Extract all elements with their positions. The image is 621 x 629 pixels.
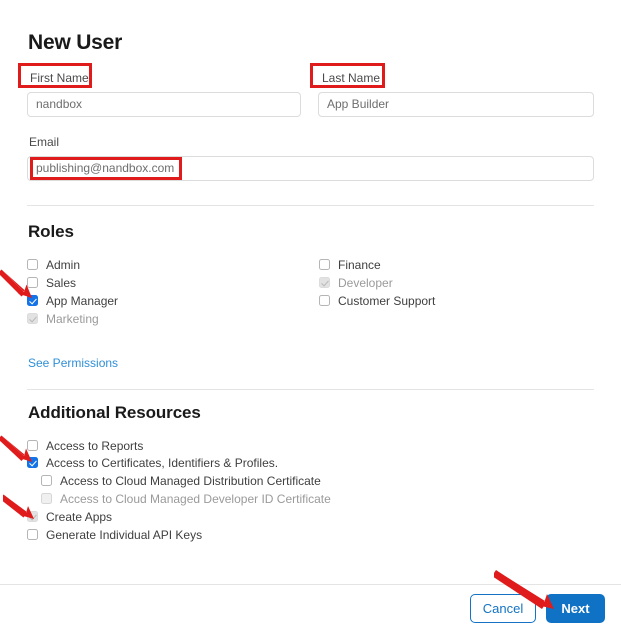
- page-title: New User: [28, 31, 123, 54]
- new-user-form-page: New User First Name nandbox Last Name Ap…: [0, 0, 621, 629]
- checkbox-icon[interactable]: [27, 529, 38, 540]
- resource-label: Create Apps: [46, 509, 113, 524]
- role-checkbox-sales[interactable]: Sales: [27, 274, 76, 291]
- checkbox-icon: [41, 493, 52, 504]
- section-divider-additional-resources: [27, 389, 594, 390]
- footer-divider: [0, 584, 621, 585]
- resource-checkbox-create-apps: Create Apps: [27, 508, 112, 525]
- role-checkbox-marketing: Marketing: [27, 310, 99, 327]
- role-checkbox-finance[interactable]: Finance: [319, 256, 381, 273]
- resource-checkbox-access-to-reports[interactable]: Access to Reports: [27, 437, 143, 454]
- resource-checkbox-generate-individual-api-keys[interactable]: Generate Individual API Keys: [27, 526, 202, 543]
- last-name-input[interactable]: App Builder: [318, 92, 594, 117]
- first-name-input[interactable]: nandbox: [27, 92, 301, 117]
- email-label: Email: [29, 135, 60, 149]
- role-checkbox-customer-support[interactable]: Customer Support: [319, 292, 435, 309]
- section-divider-roles: [27, 205, 594, 206]
- role-label: Sales: [46, 275, 77, 290]
- checkbox-icon[interactable]: [27, 277, 38, 288]
- role-label: App Manager: [46, 293, 119, 308]
- checkbox-icon[interactable]: [319, 295, 330, 306]
- cancel-button[interactable]: Cancel: [470, 594, 536, 623]
- role-label: Customer Support: [338, 293, 436, 308]
- email-input[interactable]: publishing@nandbox.com: [27, 156, 594, 181]
- checkbox-icon[interactable]: [319, 259, 330, 270]
- see-permissions-link[interactable]: See Permissions: [28, 356, 118, 370]
- additional-resources-heading: Additional Resources: [28, 403, 201, 422]
- first-name-label: First Name: [30, 71, 89, 85]
- checkbox-icon[interactable]: [27, 440, 38, 451]
- checkbox-icon: [319, 277, 330, 288]
- role-label: Developer: [338, 275, 393, 290]
- resource-label: Access to Reports: [46, 438, 144, 453]
- checkbox-icon: [27, 313, 38, 324]
- resource-checkbox-cloud-managed-distribution-certificate[interactable]: Access to Cloud Managed Distribution Cer…: [41, 472, 321, 489]
- resource-label: Access to Certificates, Identifiers & Pr…: [46, 455, 279, 470]
- role-checkbox-app-manager[interactable]: App Manager: [27, 292, 118, 309]
- role-checkbox-admin[interactable]: Admin: [27, 256, 80, 273]
- roles-heading: Roles: [28, 222, 74, 241]
- checkbox-icon[interactable]: [41, 475, 52, 486]
- resource-label: Access to Cloud Managed Developer ID Cer…: [60, 491, 331, 506]
- checkbox-icon[interactable]: [27, 259, 38, 270]
- role-checkbox-developer: Developer: [319, 274, 393, 291]
- role-label: Admin: [46, 257, 81, 272]
- checkbox-icon[interactable]: [27, 457, 38, 468]
- role-label: Marketing: [46, 311, 99, 326]
- role-label: Finance: [338, 257, 381, 272]
- next-button[interactable]: Next: [546, 594, 605, 623]
- checkbox-icon[interactable]: [27, 295, 38, 306]
- resource-label: Generate Individual API Keys: [46, 527, 203, 542]
- last-name-label: Last Name: [322, 71, 381, 85]
- resource-label: Access to Cloud Managed Distribution Cer…: [60, 473, 321, 488]
- resource-checkbox-cloud-managed-developer-id-certificate: Access to Cloud Managed Developer ID Cer…: [41, 490, 331, 507]
- resource-checkbox-access-to-certificates[interactable]: Access to Certificates, Identifiers & Pr…: [27, 454, 278, 471]
- checkbox-icon: [27, 511, 38, 522]
